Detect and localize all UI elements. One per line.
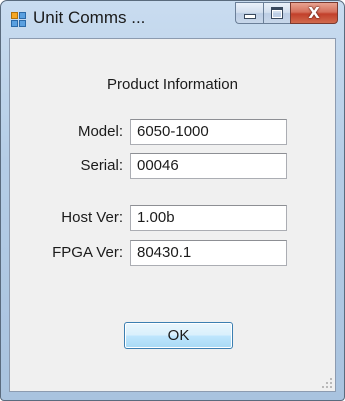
model-field[interactable]: 6050-1000 xyxy=(130,119,287,145)
host-version-field[interactable]: 1.00b xyxy=(130,205,287,231)
serial-field[interactable]: 00046 xyxy=(130,153,287,179)
maximize-button[interactable] xyxy=(263,2,290,24)
serial-label: Serial: xyxy=(80,157,123,174)
close-icon: X xyxy=(308,3,320,22)
minimize-button[interactable] xyxy=(235,2,263,24)
dialog-client-area: Product Information Model: 6050-1000 Ser… xyxy=(9,38,336,392)
minimize-icon xyxy=(236,3,263,23)
dialog-window: Unit Comms ... X Product Information Mod… xyxy=(0,0,345,401)
fpga-version-field[interactable]: 80430.1 xyxy=(130,240,287,266)
title-bar[interactable]: Unit Comms ... X xyxy=(1,1,344,37)
fpga-version-label: FPGA Ver: xyxy=(52,244,123,261)
window-title: Unit Comms ... xyxy=(33,8,146,27)
resize-grip-icon[interactable] xyxy=(321,377,333,389)
ok-button[interactable]: OK xyxy=(124,322,233,349)
model-label: Model: xyxy=(77,123,123,140)
caption-buttons: X xyxy=(235,2,338,24)
product-info-heading: Product Information xyxy=(107,76,238,93)
maximize-icon xyxy=(264,3,290,23)
host-version-label: Host Ver: xyxy=(61,209,123,226)
app-window-icon xyxy=(11,12,27,28)
close-button[interactable]: X xyxy=(290,2,338,24)
